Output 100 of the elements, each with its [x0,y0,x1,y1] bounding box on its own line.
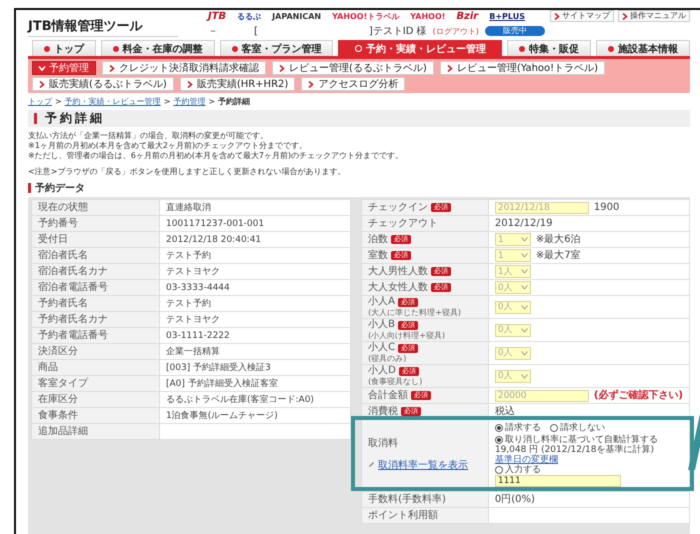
nav-tab[interactable]: 料金・在庫の調整 [100,40,215,56]
partner-logo: JAPANICAN [272,12,322,22]
caution-text: <注意>ブラウザの「戻る」ボタンを使用しますと正しく更新されない場合があります。 [28,167,346,177]
field-label: 消費税 [368,406,398,418]
field-label: 泊数 [368,234,388,246]
caret-icon [520,285,528,290]
notice-text: ※ただし、管理者の場合は、6ヶ月前の月初め(本月を含めて最大7ヶ月前)のチェックアウト分までです。 [28,151,404,161]
nav-tab[interactable]: トップ [32,40,96,56]
bullet-icon [44,46,50,52]
field-value: 1泊食事無(ルームチャージ) [160,408,351,424]
header-link[interactable]: サイトマップ [550,10,614,22]
bullet-icon [232,46,238,52]
field-value: テスト予約 [160,248,351,264]
caret-icon [520,304,528,310]
subnav-item[interactable]: アクセスログ分析 [301,77,406,91]
separator-text: > [208,97,216,107]
field-value: 直連絡取消 [160,200,351,216]
breadcrumb-link[interactable]: トップ [28,97,52,107]
subnav-item[interactable]: 予約管理 [32,61,96,75]
chevron-icon [622,12,628,20]
chevron-icon [446,64,453,72]
partner-logo: YAHOO! [410,12,446,22]
bullet-icon [519,46,526,52]
radio-button[interactable] [494,436,503,444]
field-value: テスト予約 [160,296,351,312]
radio-button[interactable] [550,424,558,432]
notice-text: 支払い方法が「企業一括精算」の場合、取消料の変更が可能です。 [28,131,269,141]
subnav-item[interactable]: レビュー管理(るるぶトラベル) [272,61,434,75]
field-sublabel: (大人に準じた料理+寝具) [368,308,462,318]
chevron-icon [554,12,560,20]
separator-text: > [164,97,170,107]
caret-icon [520,374,528,378]
caret-icon [520,237,528,242]
radio-label: 請求する [504,423,541,433]
field-value: テストヨヤク [160,264,351,280]
partner-logo: Bzir [456,12,478,22]
field-value: 企業一括精算 [160,344,351,360]
field-value: 03-1111-2222 [160,328,351,344]
field-label: 在庫区分 [32,392,160,408]
chevron-icon [186,80,193,88]
field-label: 予約者氏名カナ [32,312,160,328]
field-label: 客室タイプ [32,376,160,392]
bullet-icon [112,46,119,52]
field-value: [A0] 予約詳細受入検証客室 [160,376,351,392]
nav-tab[interactable]: 施設基本情報 [596,40,690,56]
field-label: 予約者電話番号 [32,328,160,344]
field-label: 商品 [32,360,160,376]
partner-logo: YAHOO!トラベル [332,12,400,22]
breadcrumb-current: 予約詳細 [218,97,250,107]
field-label: 大人女性人数 [368,282,428,294]
input-field[interactable]: 1111 [494,475,621,487]
field-value: 2012/12/19 [494,218,552,230]
field-value: 2012/12/18 20:40:41 [160,232,351,248]
subnav-item[interactable]: レビュー管理(Yahoo!トラベル) [440,61,606,75]
radio-label: 取り消し料率に基づいて自動計算する [504,435,658,445]
radio-button[interactable] [494,424,503,432]
subnav-item[interactable]: 販売実績(HR+HR2) [180,77,296,91]
chevron-icon [279,64,285,72]
subnav-item[interactable]: 販売実績(るるぶトラベル) [32,77,174,91]
field-label: 取消料 [368,438,398,450]
field-value: 03-3333-4444 [160,280,351,296]
field-label: 室数 [368,250,388,262]
rate-list-link[interactable]: 取消料率一覧を表示 [378,460,468,472]
field-value: テストヨヤク [160,312,351,328]
nav-tab[interactable]: 客室・プラン管理 [220,40,334,56]
caret-icon [520,328,528,332]
warning-text: (必ずご確認下さい) [594,390,683,402]
breadcrumb-link[interactable]: 予約管理 [173,97,206,107]
field-label: 合計金額 [368,390,408,402]
field-value: 1001171237-001-001 [160,216,351,232]
field-label: 予約番号 [32,216,160,232]
separator-text: > [55,97,62,107]
note-text: ※最大7室 [536,250,581,262]
caret-icon [520,269,528,274]
field-value: 税込 [494,406,515,418]
section-title: 予約データ [35,182,85,195]
field-value: るるぶトラベル在庫(客室コード:A0) [160,392,351,408]
subnav-item[interactable]: クレジット決済取消料請求確認 [102,61,266,75]
field-label: 食事条件 [32,408,160,424]
date-change-link[interactable]: 基準日の変更欄 [494,455,558,465]
field-label: 決済区分 [32,344,160,360]
logout-link[interactable]: (ログアウト) [432,26,479,36]
radio-button[interactable] [494,466,503,474]
field-label: 小人A [368,296,395,308]
field-label: ポイント利用額 [368,510,438,522]
field-label: チェックイン [368,202,428,214]
field-value: 0円(0%) [494,494,535,506]
header-link[interactable]: 操作マニュアル [618,10,690,22]
breadcrumb-link[interactable]: 予約・実績・レビュー管理 [64,97,161,107]
field-label: 大人男性人数 [368,266,428,278]
field-label: チェックアウト [368,218,438,230]
chevron-icon [39,80,45,88]
bullet-icon [608,46,614,52]
nav-tab[interactable]: 予約・実績・レビュー管理 [338,40,502,56]
page-title: 予約詳細 [45,110,105,127]
bullet-icon [354,45,362,52]
time-text: 1900 [594,202,620,214]
nav-tab[interactable]: 特集・販促 [507,40,592,56]
user-name: ]テストID 様 [368,24,427,38]
field-label: 小人B [368,319,395,331]
